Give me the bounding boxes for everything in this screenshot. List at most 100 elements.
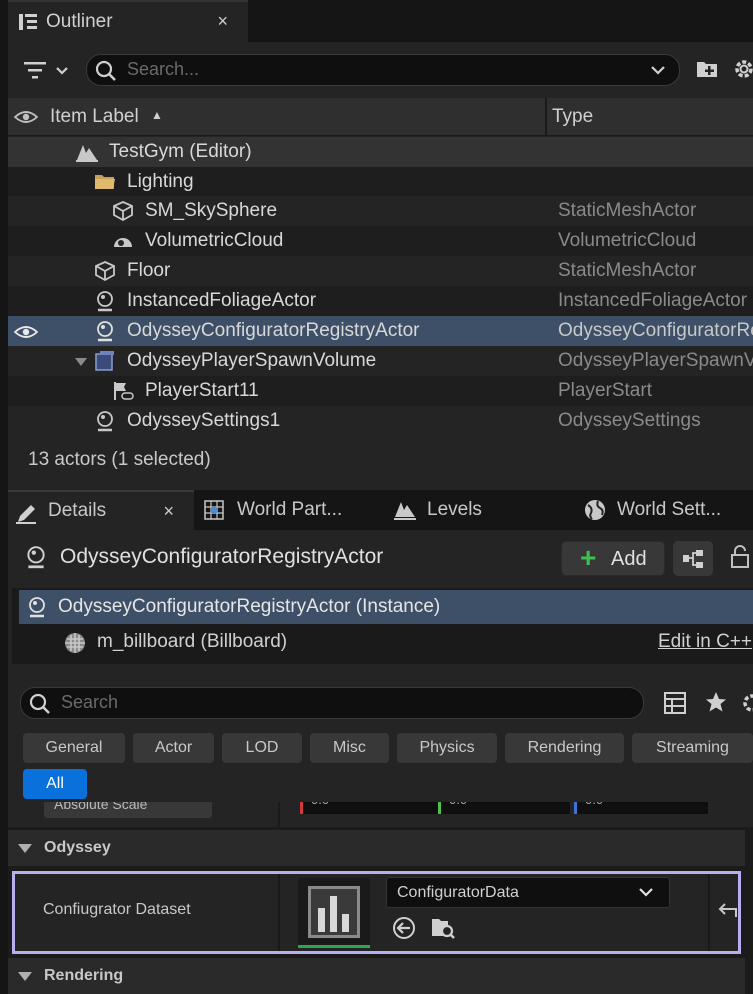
outliner-row-type: OdysseyPlayerSpawnVolume	[558, 350, 753, 371]
collapse-arrow-icon	[18, 844, 32, 853]
outliner-search-input[interactable]: Search...	[86, 54, 680, 86]
tab-details[interactable]: Details ×	[8, 490, 194, 530]
partial-property-row: Absolute Scale 0.0 0.0 0.0	[8, 802, 753, 827]
column-divider	[278, 874, 280, 951]
details-search-input[interactable]: Search	[20, 687, 644, 719]
category-odyssey[interactable]: Odyssey	[8, 830, 745, 866]
filter-lod[interactable]: LOD	[222, 733, 302, 763]
tab-label: World Sett...	[617, 499, 722, 520]
outliner-row-actor[interactable]: InstancedFoliageActor InstancedFoliageAc…	[8, 286, 753, 316]
expand-arrow-icon[interactable]	[74, 357, 88, 367]
world-partition-icon	[204, 500, 224, 520]
outliner-row-actor[interactable]: VolumetricCloud VolumetricCloud	[8, 226, 753, 256]
column-type[interactable]: Type	[552, 106, 593, 128]
scale-z-field[interactable]: 0.0	[574, 802, 708, 814]
table-view-icon[interactable]	[664, 692, 686, 714]
collapse-arrow-icon	[18, 972, 32, 981]
outliner-row-folder[interactable]: Lighting	[8, 167, 753, 197]
outliner-toolbar: Search...	[8, 42, 753, 98]
search-placeholder: Search...	[127, 59, 200, 79]
eye-icon[interactable]	[14, 324, 38, 340]
filter-rendering[interactable]: Rendering	[505, 733, 624, 763]
filter-general[interactable]: General	[23, 733, 125, 763]
tab-levels[interactable]: Levels	[394, 490, 554, 530]
filter-all[interactable]: All	[23, 769, 87, 799]
filter-actor[interactable]: Actor	[133, 733, 214, 763]
dataset-asset-dropdown[interactable]: ConfiguratorData	[386, 877, 670, 908]
add-button-label: Add	[611, 548, 647, 570]
chevron-down-icon[interactable]	[650, 65, 666, 77]
edit-in-cpp-link[interactable]: Edit in C++	[658, 631, 752, 653]
static-mesh-icon	[113, 201, 133, 222]
globe-icon	[585, 500, 605, 520]
outliner-column-header: Item Label ▲ Type	[8, 98, 753, 136]
component-billboard-label: m_billboard (Billboard)	[97, 631, 288, 652]
levels-icon	[394, 502, 416, 520]
actor-icon	[27, 546, 45, 569]
outliner-row-actor[interactable]: OdysseySettings1 OdysseySettings	[8, 406, 753, 436]
gear-icon[interactable]	[732, 57, 753, 81]
asset-thumbnail[interactable]	[298, 878, 370, 948]
search-icon	[95, 60, 116, 81]
sort-ascending-icon[interactable]: ▲	[151, 108, 163, 122]
column-item-label[interactable]: Item Label	[50, 106, 139, 128]
outliner-row-actor[interactable]: PlayerStart11 PlayerStart	[8, 376, 753, 406]
scale-x-field[interactable]: 0.0	[300, 802, 438, 814]
search-icon	[29, 693, 50, 714]
outliner-row-type: InstancedFoliageActor	[558, 290, 748, 311]
component-instance-row[interactable]: OdysseyConfiguratorRegistryActor (Instan…	[19, 590, 753, 624]
actor-name-title: OdysseyConfiguratorRegistryActor	[60, 545, 384, 568]
volume-icon	[95, 351, 114, 371]
outliner-row-type: PlayerStart	[558, 380, 652, 401]
outliner-row-actor[interactable]: OdysseyPlayerSpawnVolume OdysseyPlayerSp…	[8, 346, 753, 376]
column-divider	[708, 874, 710, 951]
outliner-row-type: StaticMeshActor	[558, 200, 697, 221]
filter-streaming[interactable]: Streaming	[632, 733, 753, 763]
scale-y-field[interactable]: 0.0	[438, 802, 570, 814]
dataset-value: ConfiguratorData	[397, 884, 519, 901]
outliner-row-selected[interactable]: OdysseyConfiguratorRegistryActor Odyssey…	[8, 316, 753, 346]
eye-icon[interactable]	[14, 109, 38, 125]
outliner-row-label: VolumetricCloud	[145, 230, 284, 251]
filter-misc[interactable]: Misc	[310, 733, 389, 763]
outliner-row-type: OdysseySettings	[558, 410, 701, 431]
outliner-row-actor[interactable]: SM_SkySphere StaticMeshActor	[8, 196, 753, 226]
folder-icon	[95, 175, 115, 189]
star-icon[interactable]	[705, 691, 727, 713]
search-placeholder: Search	[61, 692, 119, 712]
tab-world-partition[interactable]: World Part...	[204, 490, 384, 530]
lock-icon[interactable]	[730, 545, 750, 569]
close-icon[interactable]: ×	[163, 501, 174, 522]
absolute-scale-dropdown[interactable]: Absolute Scale	[44, 802, 212, 818]
pencil-icon	[16, 505, 36, 524]
blueprint-button[interactable]	[673, 541, 713, 576]
category-rendering[interactable]: Rendering	[8, 958, 745, 994]
static-mesh-icon	[95, 261, 115, 282]
filter-icon[interactable]	[24, 60, 74, 82]
outliner-row-label: TestGym (Editor)	[109, 141, 252, 162]
tab-world-settings[interactable]: World Sett...	[584, 490, 753, 530]
column-divider[interactable]	[545, 98, 547, 136]
filter-physics[interactable]: Physics	[397, 733, 497, 763]
outliner-tab[interactable]: Outliner ×	[8, 0, 248, 42]
hierarchy-icon	[683, 550, 703, 568]
column-divider	[278, 802, 280, 827]
outliner-row-label: PlayerStart11	[145, 380, 259, 401]
outliner-row-type: StaticMeshActor	[558, 260, 697, 281]
add-component-button[interactable]: + Add	[561, 541, 665, 576]
reset-to-default-icon[interactable]	[716, 902, 738, 920]
outliner-row-actor[interactable]: Floor StaticMeshActor	[8, 256, 753, 286]
outliner-row-label: Lighting	[127, 171, 194, 192]
close-icon[interactable]: ×	[217, 11, 228, 32]
cloud-icon	[114, 238, 132, 247]
browse-asset-icon[interactable]	[430, 915, 456, 941]
outliner-row-label: Floor	[127, 260, 171, 281]
actor-icon	[29, 597, 45, 618]
actor-count-status: 13 actors (1 selected)	[28, 449, 211, 470]
new-folder-icon[interactable]	[696, 58, 720, 80]
outliner-tab-label: Outliner	[46, 11, 113, 32]
outliner-row-level[interactable]: TestGym (Editor)	[8, 137, 753, 167]
use-selected-arrow-icon[interactable]	[392, 916, 416, 940]
gear-icon[interactable]	[740, 691, 753, 715]
outliner-row-label: OdysseyConfiguratorRegistryActor	[127, 320, 420, 341]
